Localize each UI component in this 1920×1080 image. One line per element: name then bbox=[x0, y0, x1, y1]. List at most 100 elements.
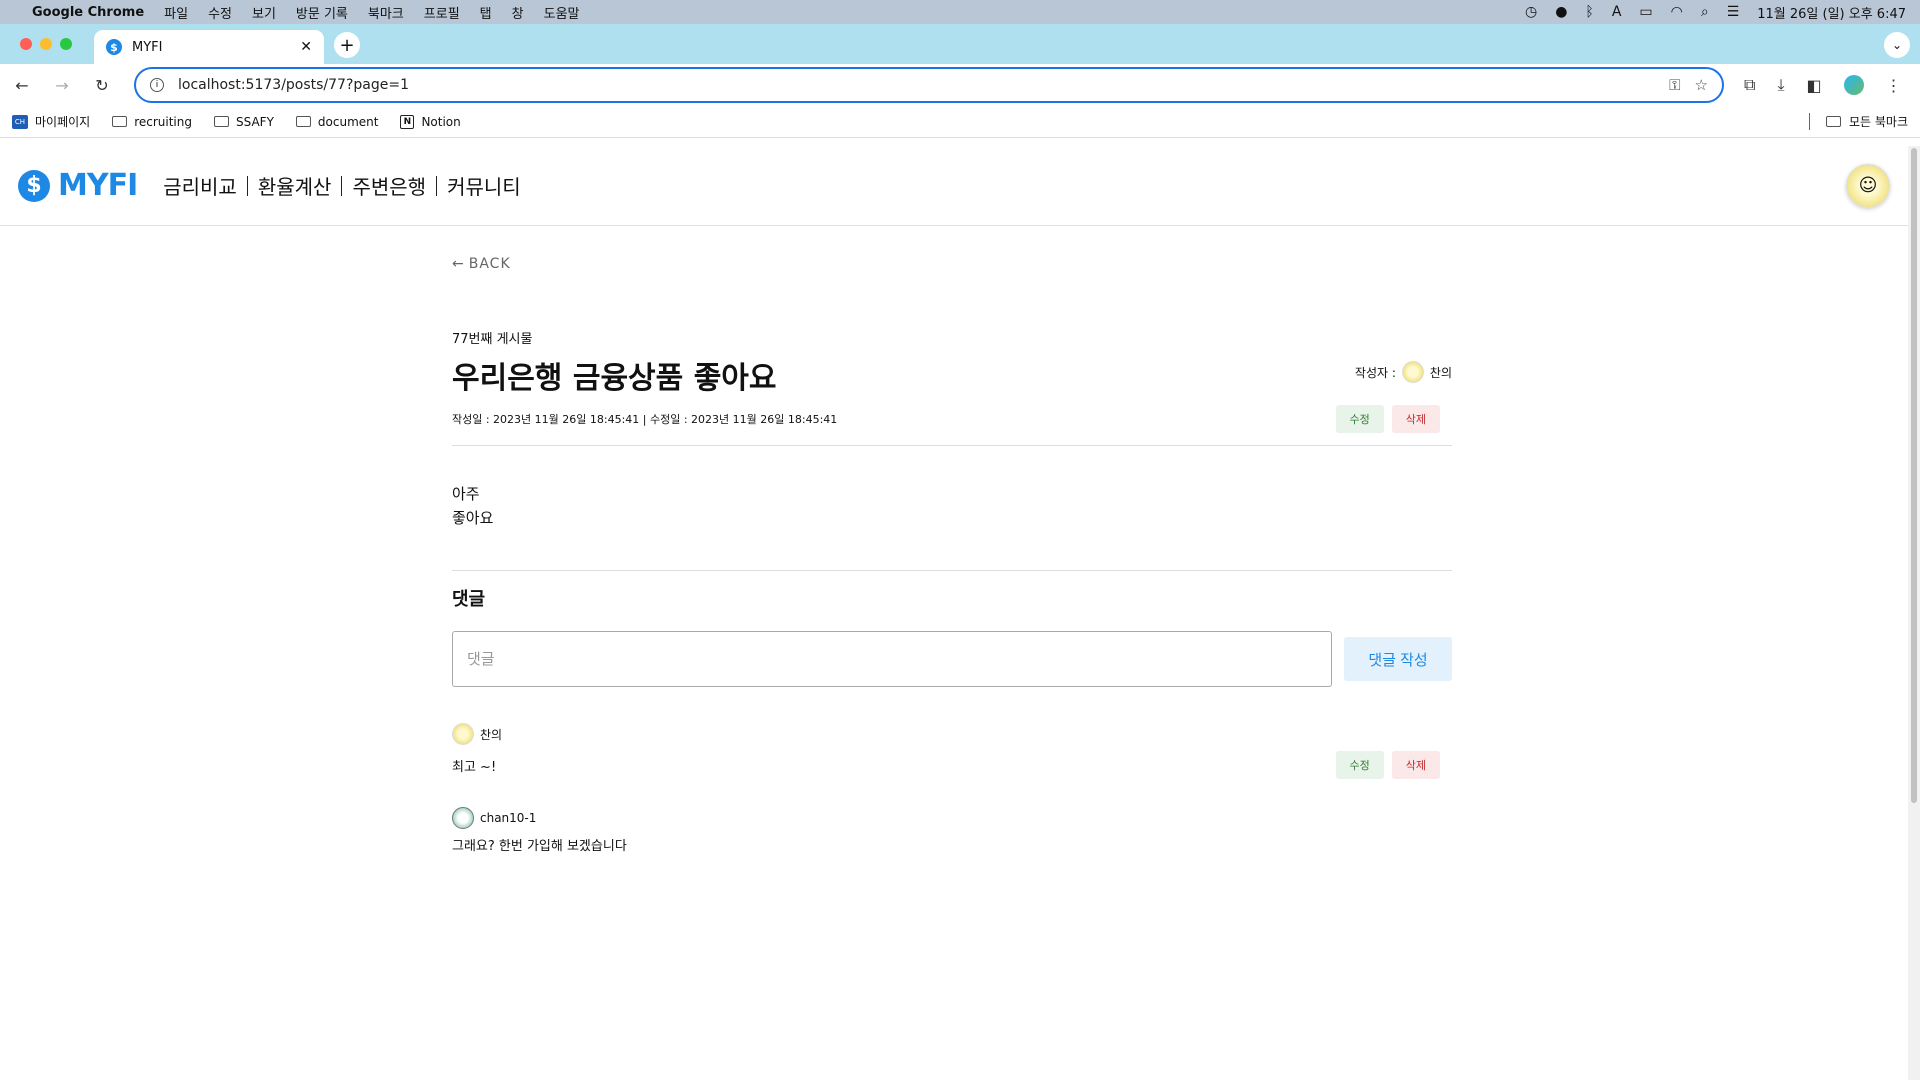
close-window-button[interactable] bbox=[20, 38, 32, 50]
bookmark-recruiting[interactable]: recruiting bbox=[112, 115, 192, 129]
web-page: $ MYFI 금리비교 환율계산 주변은행 커뮤니티 ☺ ← BACK 77번째… bbox=[0, 146, 1908, 1080]
macos-menubar: Google Chrome 파일 수정 보기 방문 기록 북마크 프로필 탭 창… bbox=[0, 0, 1920, 24]
menu-window[interactable]: 창 bbox=[512, 3, 524, 22]
bookmark-star-icon[interactable]: ☆ bbox=[1695, 76, 1708, 94]
folder-icon bbox=[295, 116, 311, 127]
browser-toolbar: ← → ↻ i localhost:5173/posts/77?page=1 ⚿… bbox=[0, 64, 1920, 106]
wifi-icon[interactable]: ◠ bbox=[1671, 4, 1683, 20]
download-icon[interactable]: ⤓ bbox=[1777, 75, 1784, 95]
screen-time-icon[interactable]: ◷ bbox=[1525, 4, 1537, 20]
comment-text: 그래요? 한번 가입해 보겠습니다 bbox=[452, 839, 627, 854]
bookmark-label: document bbox=[317, 114, 379, 129]
folder-icon bbox=[1825, 116, 1841, 127]
commenter-avatar bbox=[452, 807, 474, 829]
menu-help[interactable]: 도움말 bbox=[544, 3, 580, 22]
page-scrollbar[interactable] bbox=[1908, 146, 1920, 1080]
menu-view[interactable]: 보기 bbox=[252, 3, 276, 22]
menu-edit[interactable]: 수정 bbox=[208, 3, 232, 22]
battery-icon[interactable]: ▭ bbox=[1639, 4, 1652, 20]
submit-comment-button[interactable]: 댓글 작성 bbox=[1344, 637, 1452, 681]
back-link[interactable]: ← BACK bbox=[452, 256, 1452, 272]
bookmark-mypage[interactable]: CH 마이페이지 bbox=[12, 113, 90, 130]
nav-community[interactable]: 커뮤니티 bbox=[437, 171, 531, 200]
notification-icon[interactable]: ● bbox=[1555, 4, 1567, 20]
maximize-window-button[interactable] bbox=[60, 38, 72, 50]
site-logo[interactable]: $ MYFI bbox=[18, 168, 138, 203]
post-number: 77번째 게시물 bbox=[452, 332, 533, 347]
comment-item: chan10-1 그래요? 한번 가입해 보겠습니다 bbox=[452, 807, 1452, 854]
commenter-name: chan10-1 bbox=[480, 811, 537, 825]
profile-avatar[interactable] bbox=[1843, 75, 1864, 95]
menu-tab[interactable]: 탭 bbox=[480, 3, 492, 22]
bluetooth-icon[interactable]: ᛒ bbox=[1585, 4, 1593, 20]
bookmark-label: SSAFY bbox=[236, 114, 274, 129]
comment-text: 최고 ~! bbox=[452, 759, 497, 775]
nav-interest-compare[interactable]: 금리비교 bbox=[153, 171, 247, 200]
post-body: 아주 좋아요 bbox=[452, 446, 1452, 571]
spotlight-search-icon[interactable]: ⌕ bbox=[1701, 4, 1709, 20]
browser-tab-strip: $ MYFI ✕ + ⌄ bbox=[0, 24, 1920, 64]
bookmark-document[interactable]: document bbox=[295, 114, 379, 129]
minimize-window-button[interactable] bbox=[40, 38, 52, 50]
menubar-clock[interactable]: 11월 26일 (일) 오후 6:47 bbox=[1757, 3, 1906, 22]
site-logo-icon: CH bbox=[12, 114, 28, 129]
user-avatar[interactable]: ☺ bbox=[1846, 163, 1890, 208]
post-dates: 작성일 : 2023년 11월 26일 18:45:41 | 수정일 : 202… bbox=[452, 413, 838, 426]
bookmark-ssafy[interactable]: SSAFY bbox=[214, 115, 274, 129]
address-bar[interactable]: i localhost:5173/posts/77?page=1 ⚿ ☆ bbox=[134, 67, 1724, 103]
post-author: 작성자 : 찬의 bbox=[1355, 361, 1452, 383]
edit-post-button[interactable]: 수정 bbox=[1335, 405, 1384, 433]
input-source-icon[interactable]: A bbox=[1612, 4, 1622, 20]
author-label: 작성자 : bbox=[1354, 365, 1396, 380]
extensions-icon[interactable]: ⧉ bbox=[1744, 75, 1755, 95]
tab-search-chevron-icon[interactable]: ⌄ bbox=[1884, 32, 1910, 58]
forward-arrow-icon[interactable]: → bbox=[52, 76, 72, 95]
arrow-left-icon: ← bbox=[452, 256, 465, 272]
site-info-icon[interactable]: i bbox=[150, 78, 164, 92]
myfi-favicon-icon: $ bbox=[106, 39, 122, 55]
side-panel-icon[interactable]: ◧ bbox=[1807, 76, 1822, 95]
commenter-name: 찬의 bbox=[480, 727, 503, 742]
author-avatar bbox=[1401, 361, 1424, 383]
menu-file[interactable]: 파일 bbox=[164, 3, 188, 22]
back-arrow-icon[interactable]: ← bbox=[12, 76, 32, 95]
new-tab-button[interactable]: + bbox=[334, 32, 360, 58]
bookmark-label: Notion bbox=[421, 114, 461, 129]
address-url[interactable]: localhost:5173/posts/77?page=1 bbox=[178, 77, 1655, 93]
menubar-app-name[interactable]: Google Chrome bbox=[32, 5, 144, 20]
all-bookmarks[interactable]: 모든 북마크 bbox=[1808, 113, 1908, 130]
control-center-icon[interactable]: ☰ bbox=[1727, 4, 1740, 20]
comment-form: 댓글 작성 bbox=[452, 631, 1452, 687]
author-name: 찬의 bbox=[1429, 365, 1452, 380]
folder-icon bbox=[112, 116, 128, 127]
menu-bookmarks[interactable]: 북마크 bbox=[368, 3, 404, 22]
browser-tab-myfi[interactable]: $ MYFI ✕ bbox=[94, 30, 324, 64]
window-controls bbox=[20, 38, 72, 50]
delete-post-button[interactable]: 삭제 bbox=[1391, 405, 1440, 433]
scrollbar-thumb[interactable] bbox=[1911, 148, 1917, 803]
delete-comment-button[interactable]: 삭제 bbox=[1391, 751, 1440, 779]
edit-comment-button[interactable]: 수정 bbox=[1335, 751, 1384, 779]
all-bookmarks-label: 모든 북마크 bbox=[1848, 115, 1908, 129]
bookmarks-bar: CH 마이페이지 recruiting SSAFY document N Not… bbox=[0, 106, 1920, 138]
menu-profiles[interactable]: 프로필 bbox=[424, 3, 460, 22]
back-label: BACK bbox=[468, 256, 511, 272]
close-tab-icon[interactable]: ✕ bbox=[300, 39, 312, 55]
main-nav: 금리비교 환율계산 주변은행 커뮤니티 bbox=[153, 171, 530, 200]
site-header: $ MYFI 금리비교 환율계산 주변은행 커뮤니티 ☺ bbox=[0, 146, 1908, 226]
post-body-line: 아주 bbox=[452, 485, 480, 503]
post-detail: ← BACK 77번째 게시물 우리은행 금융상품 좋아요 작성자 : 찬의 작… bbox=[452, 256, 1452, 854]
reload-icon[interactable]: ↻ bbox=[92, 76, 112, 95]
bookmark-label: 마이페이지 bbox=[35, 115, 91, 129]
chrome-menu-icon[interactable]: ⋮ bbox=[1886, 76, 1902, 95]
menu-history[interactable]: 방문 기록 bbox=[296, 3, 348, 22]
password-key-icon[interactable]: ⚿ bbox=[1669, 76, 1680, 94]
folder-icon bbox=[214, 116, 229, 127]
bookmark-notion[interactable]: N Notion bbox=[400, 114, 461, 129]
bookmark-label: recruiting bbox=[134, 114, 192, 129]
comment-input[interactable] bbox=[452, 631, 1332, 687]
nav-nearby-banks[interactable]: 주변은행 bbox=[342, 171, 436, 200]
notion-icon: N bbox=[400, 114, 415, 129]
tab-title: MYFI bbox=[132, 39, 163, 55]
nav-exchange-calc[interactable]: 환율계산 bbox=[248, 171, 342, 200]
